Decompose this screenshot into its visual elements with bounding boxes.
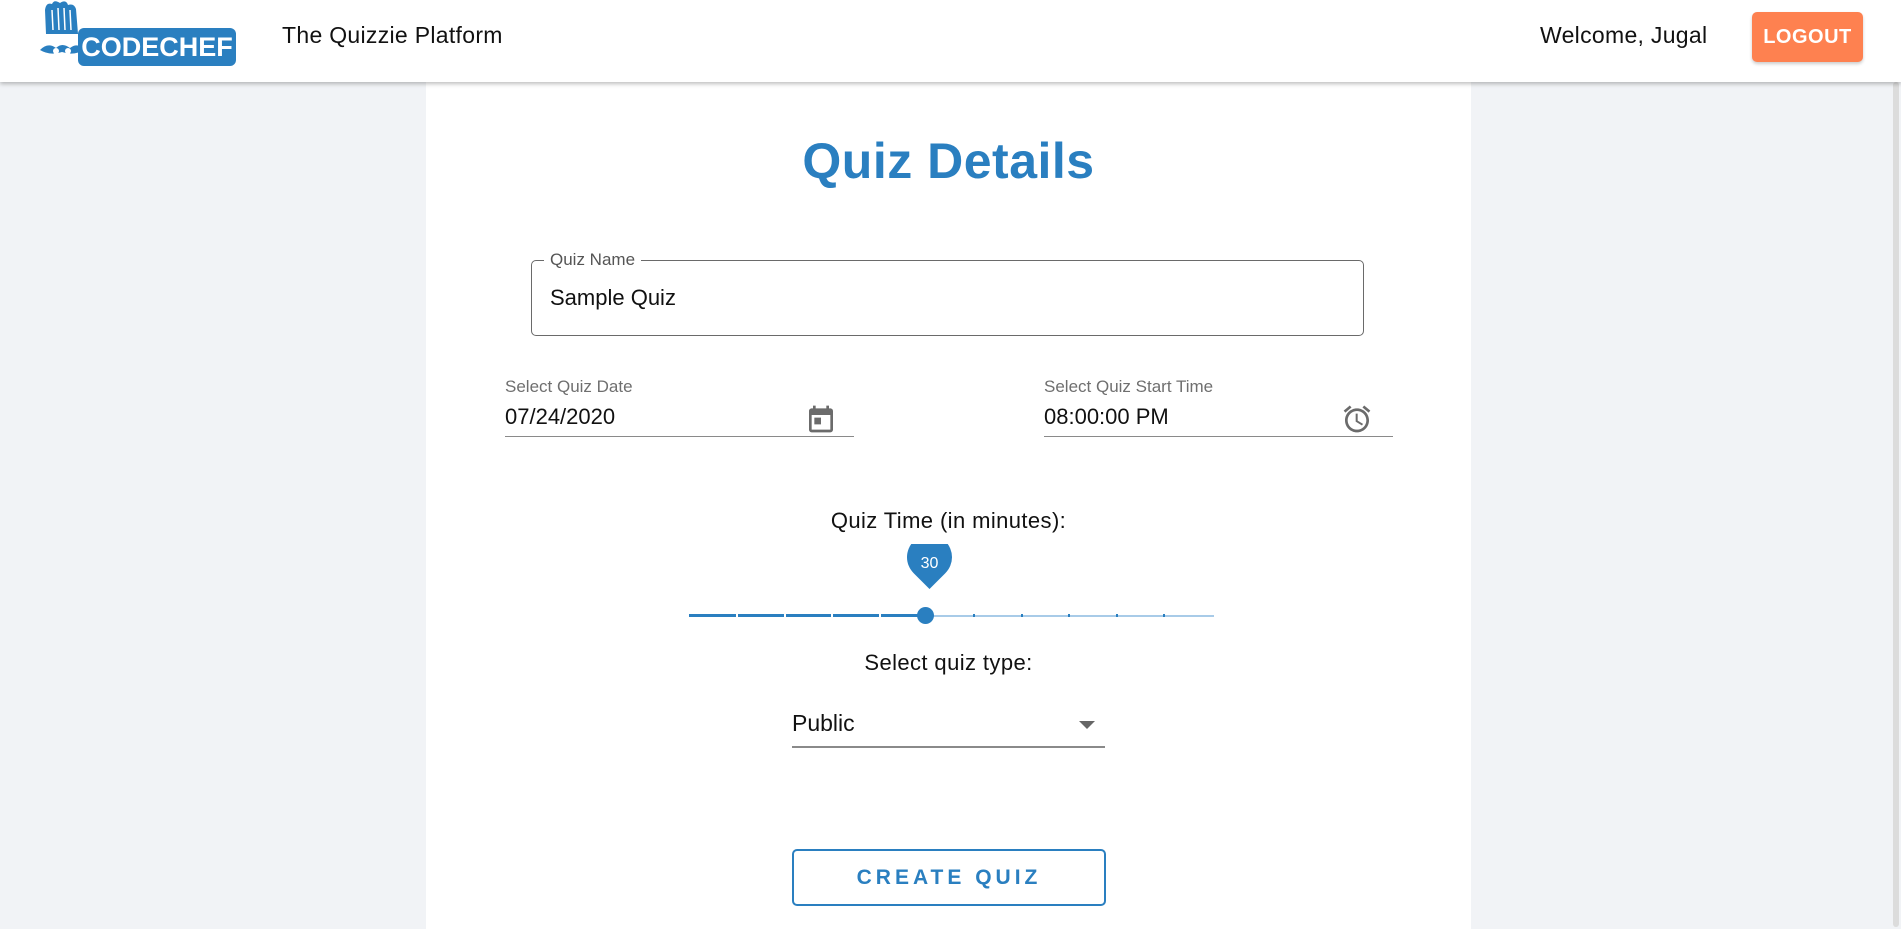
slider-track[interactable] (689, 614, 925, 617)
app-header: CODECHEF The Quizzie Platform Welcome, J… (0, 0, 1901, 82)
platform-title: The Quizzie Platform (282, 22, 503, 48)
page-title: Quiz Details (802, 133, 1095, 189)
start-time-label: Select Quiz Start Time (1044, 377, 1214, 396)
quiz-date-label: Select Quiz Date (505, 377, 633, 396)
quiz-type-label: Select quiz type: (864, 650, 1033, 675)
scrollbar-thumb[interactable] (1893, 82, 1899, 927)
alarm-clock-icon[interactable] (1341, 403, 1373, 435)
quiz-date-underline (505, 436, 854, 437)
quiz-date-input[interactable]: 07/24/2020 (505, 404, 615, 430)
slider-tick (736, 614, 738, 617)
slider-thumb[interactable] (917, 607, 934, 624)
quiz-date-field[interactable]: Select Quiz Date 07/24/2020 (505, 377, 854, 447)
slider-value-text: 30 (920, 555, 939, 572)
slider-tick (1163, 614, 1165, 617)
codechef-logo[interactable]: CODECHEF (40, 0, 240, 70)
start-time-underline (1044, 436, 1393, 437)
create-quiz-button[interactable]: CREATE QUIZ (792, 849, 1106, 906)
slider-tick (1021, 614, 1023, 617)
slider-tick (784, 614, 786, 617)
quiz-name-field[interactable]: Quiz Name Sample Quiz (531, 250, 1364, 336)
quiz-time-slider[interactable]: 30 (689, 544, 1214, 636)
logo-text: CODECHEF (81, 32, 233, 62)
welcome-text: Welcome, Jugal (1540, 22, 1708, 48)
quiz-name-input[interactable]: Sample Quiz (550, 285, 676, 311)
start-time-field[interactable]: Select Quiz Start Time 08:00:00 PM (1044, 377, 1393, 447)
calendar-icon[interactable] (805, 403, 837, 435)
slider-tick (1068, 614, 1070, 617)
quiz-name-label: Quiz Name (544, 250, 642, 270)
slider-tick (1116, 614, 1118, 617)
quiz-time-label: Quiz Time (in minutes): (830, 508, 1067, 533)
slider-tick (973, 614, 975, 617)
quiz-type-value[interactable]: Public (792, 710, 855, 737)
slider-tick (879, 614, 881, 617)
caret-down-icon[interactable] (1079, 721, 1095, 729)
start-time-input[interactable]: 08:00:00 PM (1044, 404, 1169, 430)
slider-tick (831, 614, 833, 617)
quiz-type-underline (792, 746, 1105, 748)
quiz-details-card: Quiz Details Quiz Name Sample Quiz Selec… (426, 82, 1471, 929)
logout-button[interactable]: LOGOUT (1752, 12, 1863, 62)
quiz-type-select[interactable]: Public (792, 706, 1105, 766)
